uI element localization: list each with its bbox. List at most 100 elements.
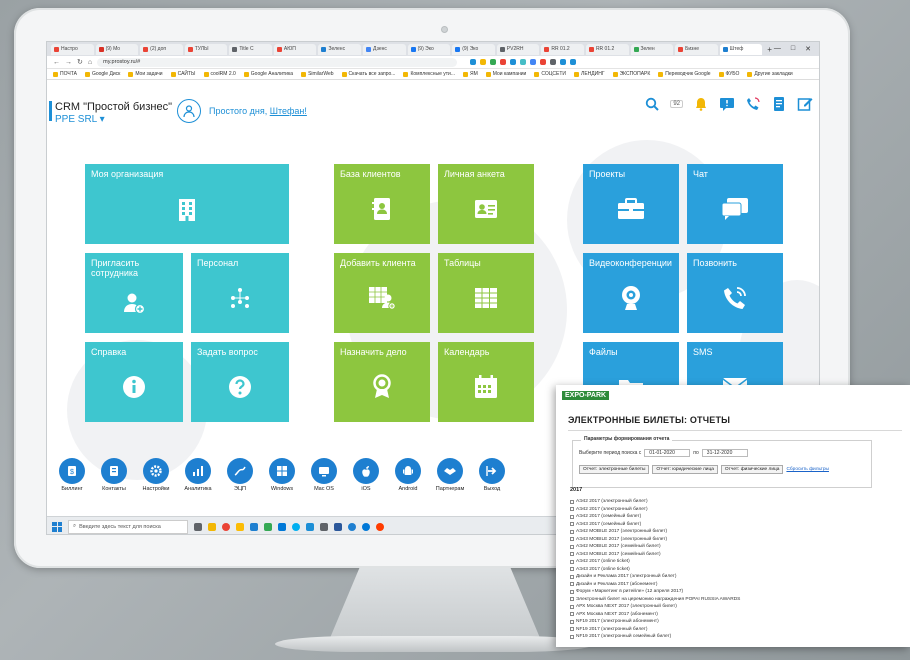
bookmark-item[interactable]: Google Диск <box>84 71 120 77</box>
browser-tab[interactable]: RR 01.2 <box>585 43 629 55</box>
app-icon[interactable] <box>348 522 356 531</box>
back-icon[interactable]: ← <box>53 59 60 66</box>
list-item[interactable]: Дизайн и Реклама 2017 (абонемент) <box>570 581 890 589</box>
list-item[interactable]: АРХ Москва NEXT 2017 (электронный билет) <box>570 603 890 611</box>
dock-item[interactable]: $ Биллинг <box>51 458 93 492</box>
list-item[interactable]: АЭ42 MOBILE 2017 (семейный билет) <box>570 543 890 551</box>
taskbar-search[interactable]: ⌕ Введите здесь текст для поиска <box>68 519 188 534</box>
bookmark-item[interactable]: Мои кампании <box>485 71 526 77</box>
tile-help[interactable]: Справка <box>85 342 183 422</box>
list-item[interactable]: Дизайн и Реклама 2017 (электронный билет… <box>570 573 890 581</box>
bell-icon[interactable] <box>693 96 709 112</box>
checkbox-icon[interactable] <box>570 552 574 557</box>
bookmark-item[interactable]: ФУБО <box>718 71 739 77</box>
extension-icon[interactable] <box>560 59 567 65</box>
bookmark-item[interactable]: coolRM 2.0 <box>203 71 236 77</box>
browser-tab[interactable]: АЮП <box>273 43 317 55</box>
checkbox-icon[interactable] <box>570 567 574 572</box>
extension-icon[interactable] <box>530 59 537 65</box>
edit-icon[interactable] <box>797 96 813 112</box>
extension-icon[interactable] <box>510 59 517 65</box>
app-icon[interactable] <box>236 522 244 531</box>
user-name-link[interactable]: Штефан! <box>270 106 307 116</box>
dock-item[interactable]: Выход <box>471 458 513 492</box>
bookmark-item[interactable]: Комплексные ути... <box>403 71 455 77</box>
bookmark-item[interactable]: Мои задачи <box>128 71 163 77</box>
dock-item[interactable]: Android <box>387 458 429 492</box>
forward-icon[interactable]: → <box>65 59 72 66</box>
tile-projects[interactable]: Проекты <box>583 164 679 244</box>
dock-item[interactable]: Windows <box>261 458 303 492</box>
checkbox-icon[interactable] <box>570 529 574 534</box>
search-icon[interactable] <box>644 96 660 112</box>
tile-calendar[interactable]: Календарь <box>438 342 534 422</box>
minimize-icon[interactable]: — <box>774 45 781 53</box>
bookmark-item[interactable]: СОЦСЕТИ <box>534 71 566 77</box>
bookmark-item[interactable]: Другие закладки <box>747 71 793 77</box>
close-icon[interactable]: ✕ <box>805 45 811 53</box>
bookmark-item[interactable]: SimilarWeb <box>301 71 334 77</box>
checkbox-icon[interactable] <box>570 499 574 504</box>
checkbox-icon[interactable] <box>570 597 574 602</box>
dock-item[interactable]: Настройки <box>135 458 177 492</box>
browser-tab[interactable]: Дзенс <box>363 43 406 55</box>
tile-video-conference[interactable]: Видеоконференции <box>583 253 679 333</box>
checkbox-icon[interactable] <box>570 507 574 512</box>
report-tickets-button[interactable]: Отчет: электронные билеты <box>579 465 650 474</box>
tile-tables[interactable]: Таблицы <box>438 253 534 333</box>
dock-item[interactable]: iOS <box>345 458 387 492</box>
browser-tab[interactable]: ТУЛЫ <box>184 43 228 55</box>
bookmark-item[interactable]: Скачать все запро... <box>341 71 395 77</box>
maximize-icon[interactable]: □ <box>791 45 795 53</box>
message-icon[interactable] <box>719 96 735 112</box>
browser-tab[interactable]: (9) Мо <box>95 43 139 55</box>
checkbox-icon[interactable] <box>570 634 574 639</box>
browser-tab[interactable]: (2) доп <box>140 43 183 55</box>
phone-icon[interactable] <box>745 96 761 112</box>
bookmark-item[interactable]: Google Аналитика <box>243 71 293 77</box>
browser-tab[interactable]: (9) Эко <box>452 43 495 55</box>
tile-add-client[interactable]: Добавить клиента <box>334 253 430 333</box>
list-item[interactable]: NF19 2017 (электронный билет) <box>570 626 890 634</box>
list-item[interactable]: АЭ42 2017 (online ticket) <box>570 558 890 566</box>
list-item[interactable]: Форум «Маркетинг в ритейле» (12 апреля 2… <box>570 588 890 596</box>
checkbox-icon[interactable] <box>570 559 574 564</box>
extension-icon[interactable] <box>470 59 477 65</box>
checkbox-icon[interactable] <box>570 574 574 579</box>
home-icon[interactable]: ⌂ <box>88 59 92 66</box>
checkbox-icon[interactable] <box>570 582 574 587</box>
browser-tab[interactable]: Бизне <box>675 43 718 55</box>
chrome-icon[interactable] <box>222 522 230 531</box>
tile-staff[interactable]: Персонал <box>191 253 289 333</box>
app-icon[interactable] <box>306 522 314 531</box>
tile-chat[interactable]: Чат <box>687 164 783 244</box>
reload-icon[interactable]: ↻ <box>77 58 83 66</box>
tile-assign-task[interactable]: Назначить дело <box>334 342 430 422</box>
extension-icon[interactable] <box>550 59 557 65</box>
extension-icon[interactable] <box>500 59 507 65</box>
list-item[interactable]: Электронный билет на церемонию награжден… <box>570 596 890 604</box>
tile-invite-employee[interactable]: Пригласить сотрудника <box>85 253 183 333</box>
windows-start-icon[interactable] <box>52 521 62 532</box>
extension-icon[interactable] <box>570 59 577 65</box>
tile-ask-question[interactable]: Задать вопрос <box>191 342 289 422</box>
browser-tab[interactable]: Настро <box>51 43 94 55</box>
browser-tab[interactable]: Штеф <box>719 43 763 55</box>
browser-tab[interactable]: PV2RH <box>496 43 540 55</box>
checkbox-icon[interactable] <box>570 514 574 519</box>
tile-call[interactable]: Позвонить <box>687 253 783 333</box>
checkbox-icon[interactable] <box>570 604 574 609</box>
skype-icon[interactable] <box>292 522 300 531</box>
list-item[interactable]: NF19 2017 (электронный семейный билет) <box>570 633 890 641</box>
extension-icon[interactable] <box>520 59 527 65</box>
bookmark-item[interactable]: Переводчик Google <box>658 71 711 77</box>
browser-tab[interactable]: Зеленс <box>318 43 362 55</box>
list-item[interactable]: АЭ42 MOBILE 2017 (электронный билет) <box>570 528 890 536</box>
word-icon[interactable] <box>334 522 342 531</box>
list-item[interactable]: АЭ43 MOBILE 2017 (семейный билет) <box>570 551 890 559</box>
extension-icon[interactable] <box>540 59 547 65</box>
file-explorer-icon[interactable] <box>208 522 216 531</box>
checkbox-icon[interactable] <box>570 612 574 617</box>
bookmark-item[interactable]: ЭКСПОПАРК <box>612 71 650 77</box>
dock-item[interactable]: ЭЦП <box>219 458 261 492</box>
